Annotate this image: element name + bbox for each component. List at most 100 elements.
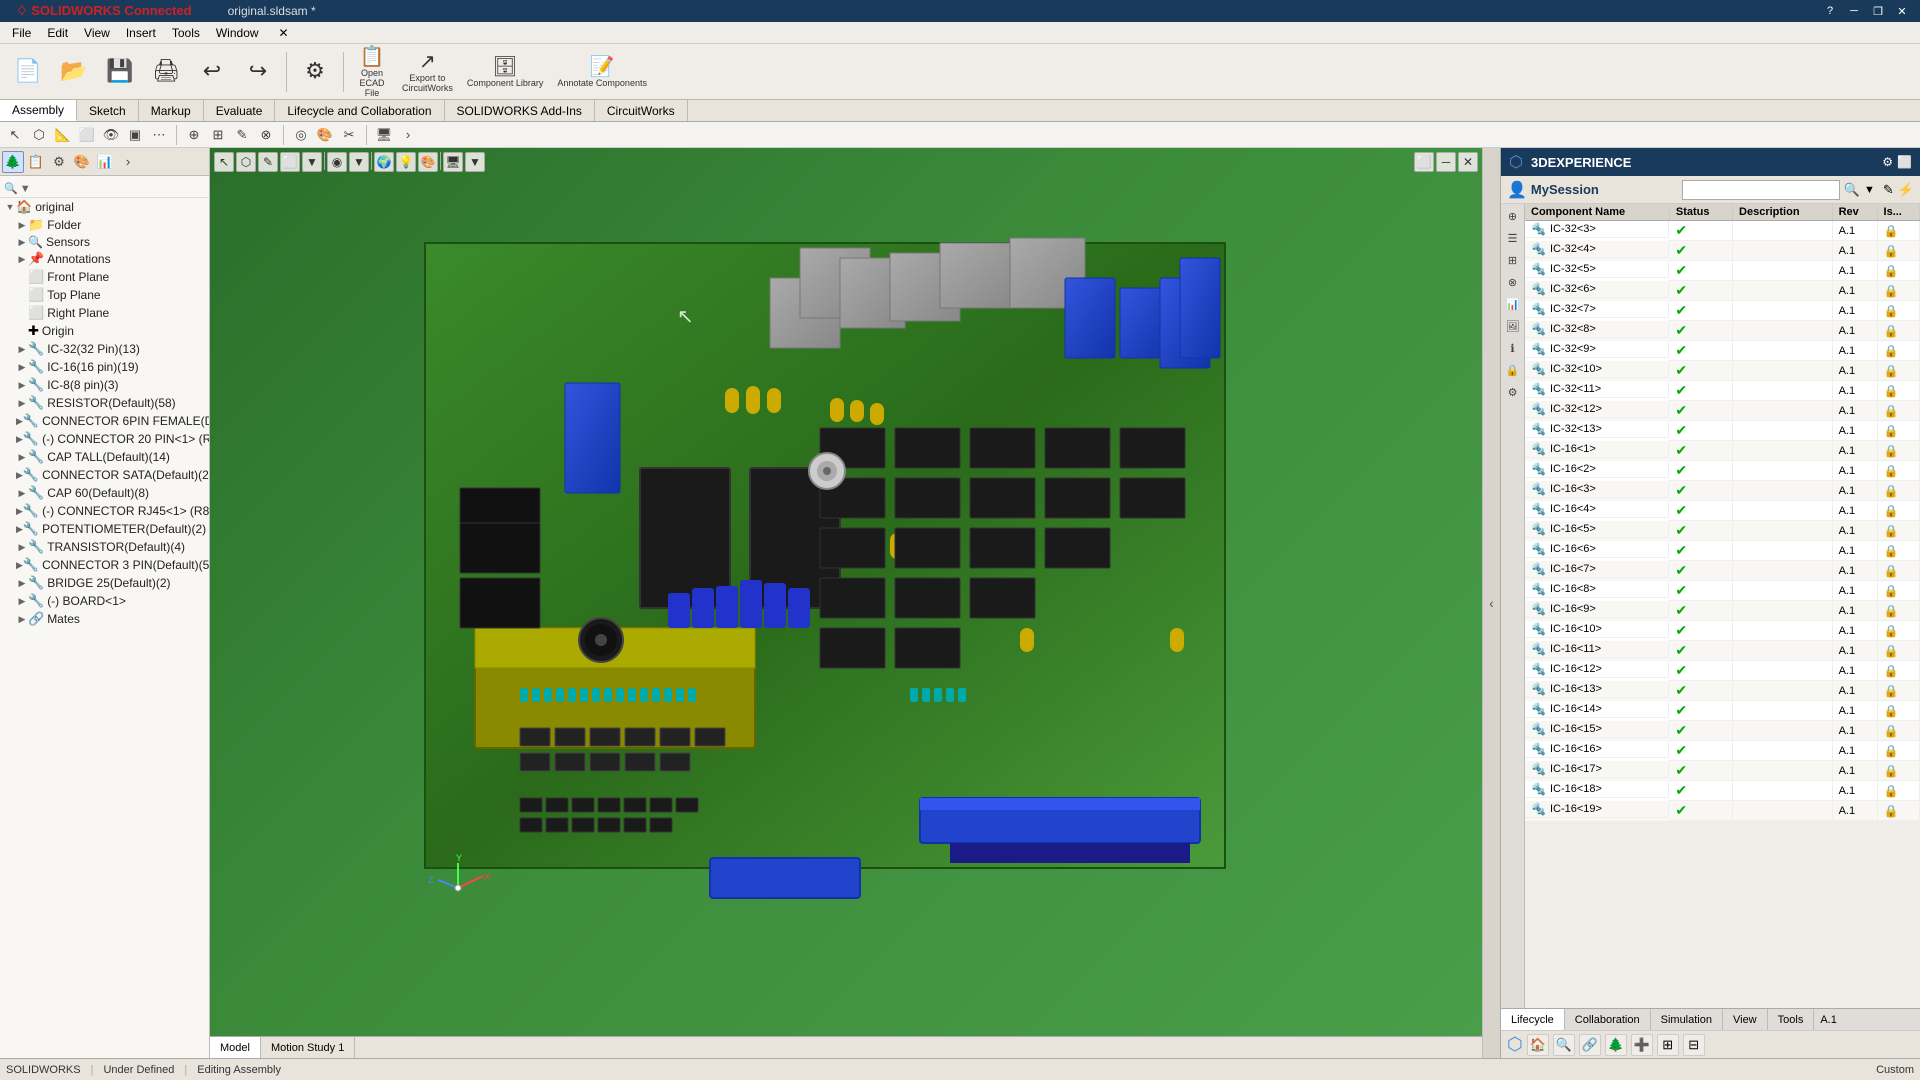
component-library-btn[interactable]: 🗄 Component Library: [461, 47, 550, 97]
tree-item-captall[interactable]: ▶ 🔧 CAP TALL(Default)(14): [0, 448, 209, 466]
tab-addins[interactable]: SOLIDWORKS Add-Ins: [445, 100, 595, 121]
tree-item-potentiometer[interactable]: ▶ 🔧 POTENTIOMETER(Default)(2): [0, 520, 209, 538]
ri-filter[interactable]: ⊗: [1503, 272, 1523, 292]
menu-tools[interactable]: Tools: [164, 24, 208, 42]
table-row[interactable]: 🔩IC-16<10>✔A.1🔒: [1525, 621, 1920, 641]
vp-display2[interactable]: 🎨: [418, 152, 438, 172]
ri-info[interactable]: ℹ: [1503, 338, 1523, 358]
vp-chevron[interactable]: ▼: [302, 152, 322, 172]
feature-tree-btn[interactable]: 🌲: [2, 151, 24, 173]
menu-file[interactable]: File: [4, 24, 39, 42]
tree-item-ic8[interactable]: ▶ 🔧 IC-8(8 pin)(3): [0, 376, 209, 394]
vp-chevron3[interactable]: ▼: [465, 152, 485, 172]
table-row[interactable]: 🔩IC-16<18>✔A.1🔒: [1525, 781, 1920, 801]
tree-item-folder[interactable]: ▶ 📁 Folder: [0, 216, 209, 234]
tree-item-right-plane[interactable]: ⬜ Right Plane: [0, 304, 209, 322]
vp-select-btn[interactable]: ⬡: [236, 152, 256, 172]
undo-btn[interactable]: ↩: [190, 47, 234, 97]
table-row[interactable]: 🔩IC-32<5>✔A.1🔒: [1525, 261, 1920, 281]
vp-monitor[interactable]: 🖥: [443, 152, 463, 172]
tab-assembly[interactable]: Assembly: [0, 100, 77, 121]
tree-item-top-plane[interactable]: ⬜ Top Plane: [0, 286, 209, 304]
table-row[interactable]: 🔩IC-16<17>✔A.1🔒: [1525, 761, 1920, 781]
tab-markup[interactable]: Markup: [139, 100, 204, 121]
subtool-view[interactable]: 👁: [100, 125, 122, 145]
table-row[interactable]: 🔩IC-32<4>✔A.1🔒: [1525, 241, 1920, 261]
open-btn[interactable]: 📂: [52, 47, 96, 97]
tab-lifecycle[interactable]: Lifecycle and Collaboration: [275, 100, 444, 121]
subtool-s4[interactable]: ⊗: [255, 125, 277, 145]
tree-item-connrj45[interactable]: ▶ 🔧 (-) CONNECTOR RJ45<1> (R89): [0, 502, 209, 520]
table-row[interactable]: 🔩IC-16<4>✔A.1🔒: [1525, 501, 1920, 521]
table-row[interactable]: 🔩IC-32<8>✔A.1🔒: [1525, 321, 1920, 341]
ri-settings[interactable]: ⚙: [1503, 382, 1523, 402]
custom-prop-btn[interactable]: 📊: [94, 151, 116, 173]
vp-display1[interactable]: ◉: [327, 152, 347, 172]
close-btn[interactable]: ✕: [1892, 3, 1912, 19]
vbt-motion[interactable]: Motion Study 1: [261, 1037, 355, 1058]
tree-item-sensors[interactable]: ▶ 🔍 Sensors: [0, 234, 209, 250]
table-row[interactable]: 🔩IC-16<1>✔A.1🔒: [1525, 441, 1920, 461]
table-row[interactable]: 🔩IC-32<10>✔A.1🔒: [1525, 361, 1920, 381]
table-row[interactable]: 🔩IC-16<5>✔A.1🔒: [1525, 521, 1920, 541]
vbt-model[interactable]: Model: [210, 1037, 261, 1058]
table-row[interactable]: 🔩IC-32<3>✔A.1🔒: [1525, 221, 1920, 241]
subtool-chevron[interactable]: ⋯: [148, 125, 170, 145]
ri-chart[interactable]: 📊: [1503, 294, 1523, 314]
rbb-btn2[interactable]: 🔍: [1553, 1034, 1575, 1056]
table-row[interactable]: 🔩IC-16<12>✔A.1🔒: [1525, 661, 1920, 681]
search-icon[interactable]: 🔍: [1844, 182, 1860, 198]
subtool-chevron2[interactable]: ›: [397, 125, 419, 145]
rbb-btn1[interactable]: 🏠: [1527, 1034, 1549, 1056]
ri-list[interactable]: ☰: [1503, 228, 1523, 248]
export-circuitworks-btn[interactable]: ↗ Export toCircuitWorks: [396, 47, 459, 97]
rbb-btn7[interactable]: ⊟: [1683, 1034, 1705, 1056]
options-btn[interactable]: ⚙: [293, 47, 337, 97]
tree-item-transistor[interactable]: ▶ 🔧 TRANSISTOR(Default)(4): [0, 538, 209, 556]
subtool-s2[interactable]: ⊞: [207, 125, 229, 145]
table-row[interactable]: 🔩IC-16<2>✔A.1🔒: [1525, 461, 1920, 481]
tree-item-ic16[interactable]: ▶ 🔧 IC-16(16 pin)(19): [0, 358, 209, 376]
tab-evaluate[interactable]: Evaluate: [204, 100, 276, 121]
rbt-collab[interactable]: Collaboration: [1565, 1009, 1651, 1030]
config-manager-btn[interactable]: ⚙: [48, 151, 70, 173]
tree-item-annotations[interactable]: ▶ 📌 Annotations: [0, 250, 209, 268]
table-row[interactable]: 🔩IC-32<9>✔A.1🔒: [1525, 341, 1920, 361]
minimize-btn[interactable]: ─: [1844, 3, 1864, 19]
panel-collapse-btn[interactable]: ‹: [1482, 148, 1500, 1058]
ri-grid[interactable]: ⊞: [1503, 250, 1523, 270]
table-row[interactable]: 🔩IC-16<6>✔A.1🔒: [1525, 541, 1920, 561]
table-row[interactable]: 🔩IC-16<11>✔A.1🔒: [1525, 641, 1920, 661]
search-dropdown[interactable]: ▼: [1864, 184, 1875, 196]
subtool-box[interactable]: ⬜: [76, 125, 98, 145]
property-manager-btn[interactable]: 📋: [25, 151, 47, 173]
menu-window[interactable]: Window: [208, 24, 267, 42]
subtool-section[interactable]: ✂: [338, 125, 360, 145]
viewport[interactable]: ↖ ⬡ ✎ ⬜ ▼ ◉ ▼ 🌍 💡 🎨 🖥 ▼ ⬜ ─ ✕: [210, 148, 1482, 1058]
table-row[interactable]: 🔩IC-16<16>✔A.1🔒: [1525, 741, 1920, 761]
table-row[interactable]: 🔩IC-16<15>✔A.1🔒: [1525, 721, 1920, 741]
table-row[interactable]: 🔩IC-16<9>✔A.1🔒: [1525, 601, 1920, 621]
tree-item-bridge25[interactable]: ▶ 🔧 BRIDGE 25(Default)(2): [0, 574, 209, 592]
open-ecad-btn[interactable]: 📋 OpenECADFile: [350, 47, 394, 97]
table-row[interactable]: 🔩IC-32<6>✔A.1🔒: [1525, 281, 1920, 301]
rbt-tools[interactable]: Tools: [1768, 1009, 1815, 1030]
table-row[interactable]: 🔩IC-32<7>✔A.1🔒: [1525, 301, 1920, 321]
tree-item-conn3pin[interactable]: ▶ 🔧 CONNECTOR 3 PIN(Default)(5): [0, 556, 209, 574]
subtool-select[interactable]: ⬡: [28, 125, 50, 145]
table-row[interactable]: 🔩IC-16<8>✔A.1🔒: [1525, 581, 1920, 601]
vp-box-btn[interactable]: ⬜: [280, 152, 300, 172]
vp-render[interactable]: 💡: [396, 152, 416, 172]
expand-btn[interactable]: ›: [117, 151, 139, 173]
tree-item-conn20[interactable]: ▶ 🔧 (-) CONNECTOR 20 PIN<1> (R81): [0, 430, 209, 448]
subtool-display[interactable]: ▣: [124, 125, 146, 145]
subtool-dim[interactable]: 📐: [52, 125, 74, 145]
tree-item-ic32[interactable]: ▶ 🔧 IC-32(32 Pin)(13): [0, 340, 209, 358]
ri-lock[interactable]: 🔒: [1503, 360, 1523, 380]
table-row[interactable]: 🔩IC-16<3>✔A.1🔒: [1525, 481, 1920, 501]
tree-item-conn6pin[interactable]: ▶ 🔧 CONNECTOR 6PIN FEMALE(Default)(4): [0, 412, 209, 430]
appearance-btn[interactable]: 🎨: [71, 151, 93, 173]
subtool-s1[interactable]: ⊕: [183, 125, 205, 145]
subtool-cursor[interactable]: ↖: [4, 125, 26, 145]
tab-circuitworks[interactable]: CircuitWorks: [595, 100, 688, 121]
